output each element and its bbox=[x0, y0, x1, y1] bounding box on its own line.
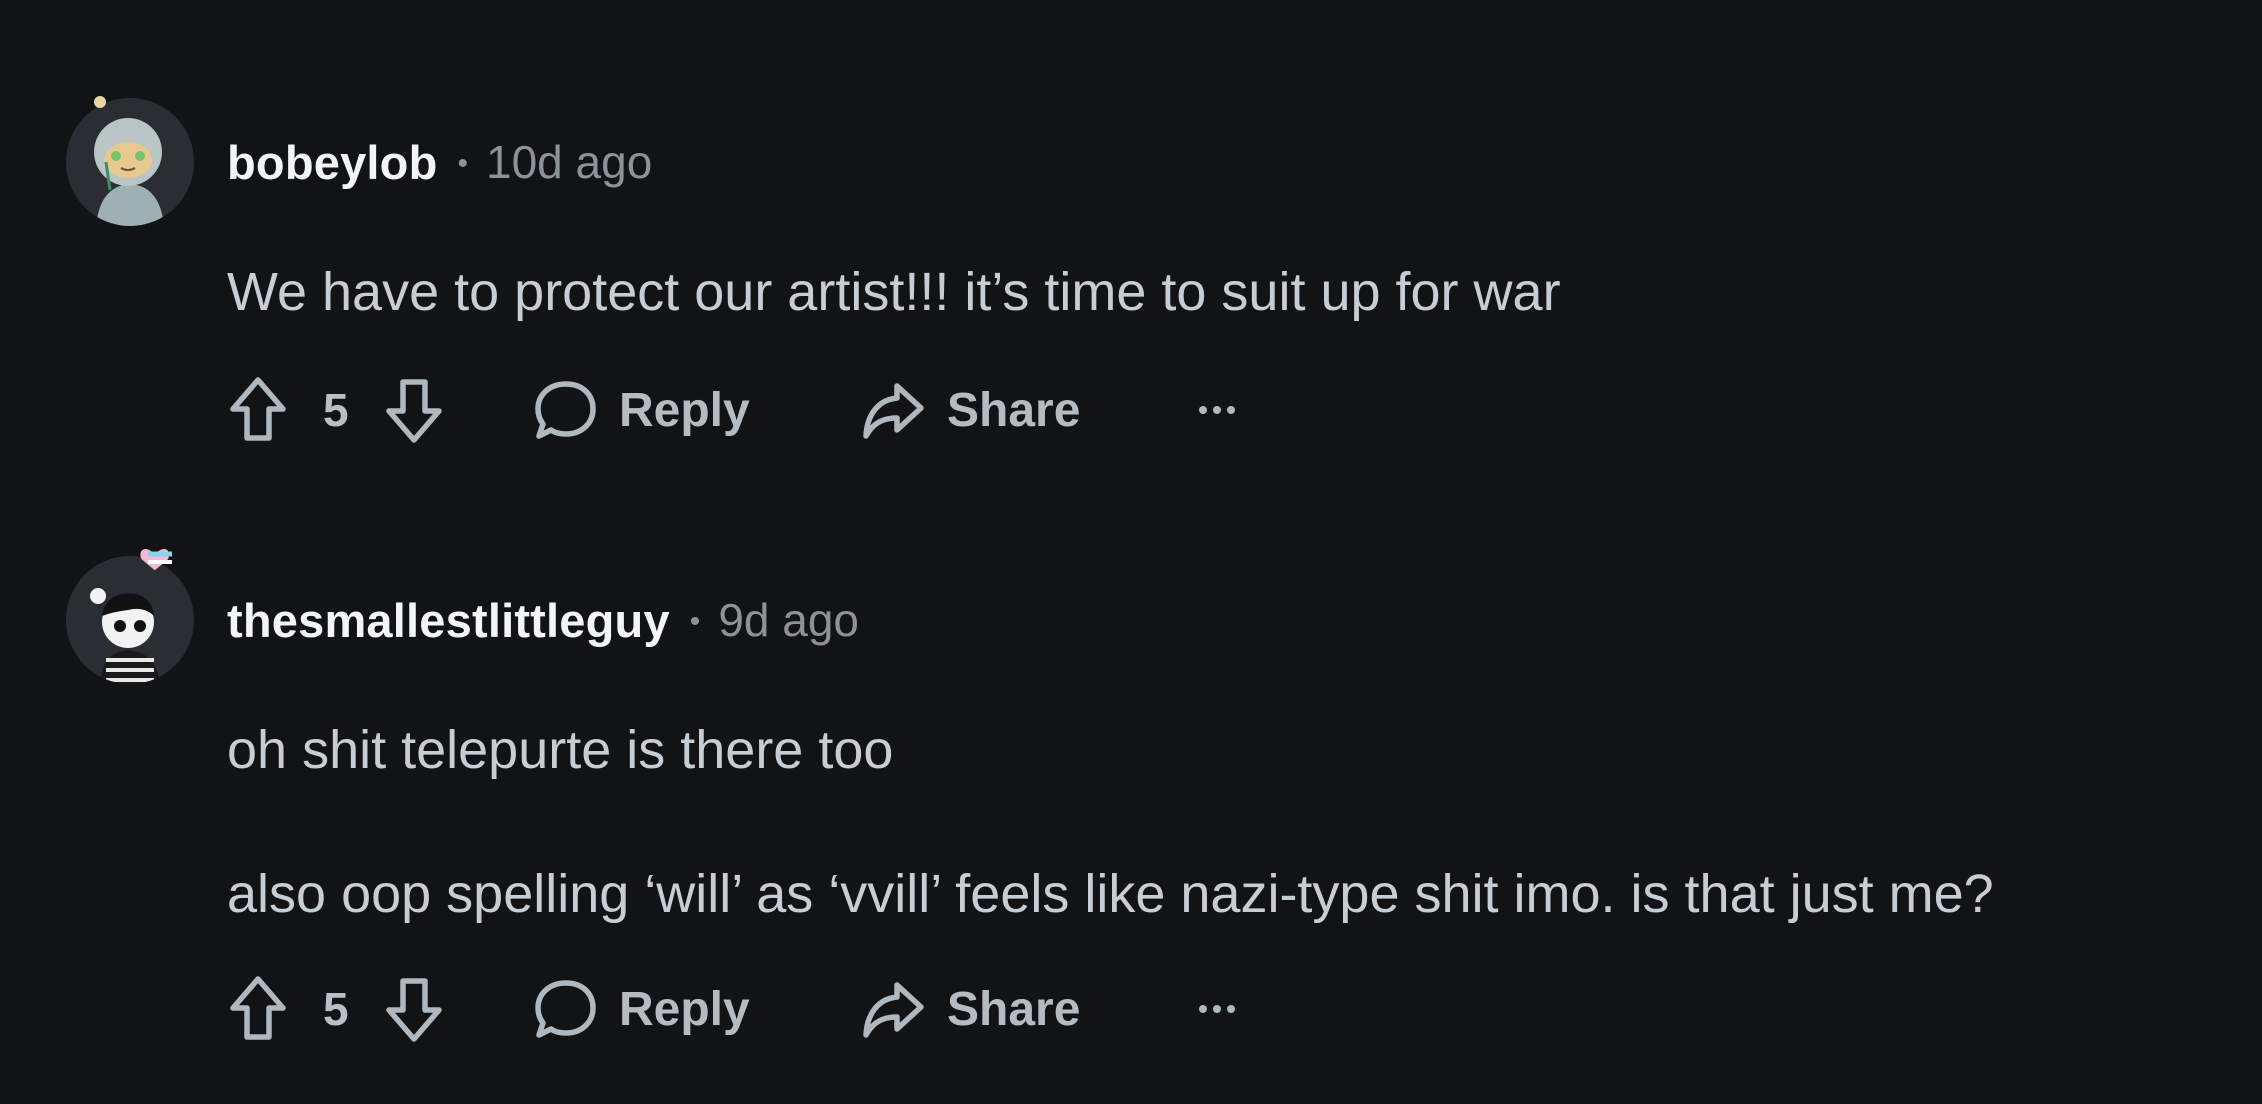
downvote-button[interactable] bbox=[383, 375, 447, 445]
snoo-avatar-icon bbox=[66, 549, 194, 684]
speech-bubble-icon bbox=[535, 381, 596, 439]
comment-actions: 5 Reply Share bbox=[227, 375, 1327, 445]
comment-meta: bobeylob • 10d ago bbox=[227, 135, 652, 190]
comment-body: We have to protect our artist!!! it’s ti… bbox=[227, 262, 1561, 322]
reply-label: Reply bbox=[619, 982, 750, 1036]
comment-meta: thesmallestlittleguy • 9d ago bbox=[227, 593, 859, 648]
snoo-avatar-icon bbox=[66, 96, 194, 226]
meta-separator: • bbox=[689, 605, 701, 638]
share-button[interactable]: Share bbox=[861, 375, 1080, 445]
upvote-button[interactable] bbox=[227, 974, 291, 1044]
comment-timestamp[interactable]: 9d ago bbox=[718, 593, 859, 647]
share-button[interactable]: Share bbox=[861, 974, 1080, 1044]
comment-body-paragraph: also oop spelling ‘will’ as ‘vvill’ feel… bbox=[227, 864, 1994, 924]
user-avatar[interactable] bbox=[66, 96, 194, 226]
arrow-up-outline-icon bbox=[230, 976, 286, 1040]
ellipsis-icon bbox=[1199, 1005, 1235, 1013]
user-avatar[interactable] bbox=[66, 549, 194, 684]
comment-timestamp[interactable]: 10d ago bbox=[486, 135, 652, 189]
reply-button[interactable]: Reply bbox=[533, 375, 750, 445]
more-options-button[interactable] bbox=[1197, 974, 1237, 1044]
ellipsis-icon bbox=[1199, 406, 1235, 414]
downvote-button[interactable] bbox=[383, 974, 447, 1044]
username-link[interactable]: thesmallestlittleguy bbox=[227, 593, 670, 648]
arrow-down-outline-icon bbox=[386, 978, 442, 1042]
share-label: Share bbox=[947, 982, 1081, 1036]
comment-body-paragraph: oh shit telepurte is there too bbox=[227, 720, 894, 780]
username-link[interactable]: bobeylob bbox=[227, 135, 437, 190]
share-arrow-icon bbox=[863, 982, 924, 1038]
comment-actions: 5 Reply Share bbox=[227, 974, 1327, 1044]
upvote-button[interactable] bbox=[227, 375, 291, 445]
share-label: Share bbox=[947, 383, 1081, 437]
arrow-up-outline-icon bbox=[230, 377, 286, 441]
reply-label: Reply bbox=[619, 383, 750, 437]
meta-separator: • bbox=[457, 147, 468, 180]
vote-count: 5 bbox=[323, 983, 349, 1035]
reply-button[interactable]: Reply bbox=[533, 974, 750, 1044]
share-arrow-icon bbox=[863, 383, 924, 439]
more-options-button[interactable] bbox=[1197, 375, 1237, 445]
speech-bubble-icon bbox=[535, 980, 596, 1038]
vote-count: 5 bbox=[323, 384, 349, 436]
arrow-down-outline-icon bbox=[386, 379, 442, 443]
